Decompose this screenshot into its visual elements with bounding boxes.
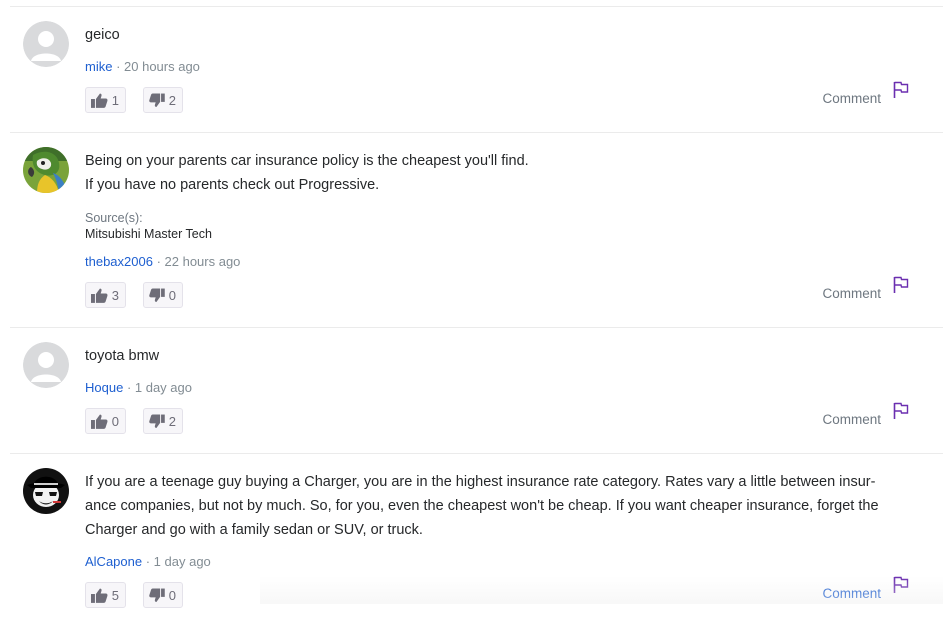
answer-text: Being on your parents car insurance poli… [85, 149, 923, 197]
report-flag-button[interactable] [893, 81, 909, 104]
downvote-count: 0 [169, 288, 176, 303]
report-flag-button[interactable] [893, 576, 909, 599]
timestamp: · 22 hours ago [157, 254, 241, 269]
answer-meta: Hoque · 1 day ago [85, 378, 923, 398]
gangster-avatar-icon [23, 468, 69, 514]
downvote-count: 2 [169, 414, 176, 429]
upvote-count: 1 [112, 93, 119, 108]
flag-icon [893, 276, 909, 294]
answer-text: toyota bmw [85, 344, 923, 368]
author-link[interactable]: AlCapone [85, 554, 142, 569]
answer-meta: AlCapone · 1 day ago [85, 552, 923, 572]
source-text: Mitsubishi Master Tech [85, 226, 923, 242]
upvote-button[interactable]: 1 [85, 87, 126, 113]
default-avatar-icon [23, 21, 69, 67]
comment-link[interactable]: Comment [822, 586, 881, 601]
answers-list: geico mike · 20 hours ago 1 [0, 7, 943, 627]
report-flag-button[interactable] [893, 276, 909, 299]
answer-text: If you are a teenage guy buying a Charge… [85, 470, 923, 542]
upvote-count: 5 [112, 588, 119, 603]
thumbs-down-icon [149, 93, 165, 108]
answer-item: geico mike · 20 hours ago 1 [10, 7, 943, 133]
avatar[interactable] [23, 342, 69, 388]
answer-meta: thebax2006 · 22 hours ago [85, 252, 923, 272]
upvote-count: 3 [112, 288, 119, 303]
thumbs-up-icon [91, 288, 108, 303]
default-avatar-icon [23, 342, 69, 388]
upvote-button[interactable]: 0 [85, 408, 126, 434]
answer-actions: 3 0 Comment [85, 282, 923, 308]
answer-item: toyota bmw Hoque · 1 day ago 0 [10, 328, 943, 454]
downvote-button[interactable]: 2 [143, 408, 183, 434]
downvote-button[interactable]: 2 [143, 87, 183, 113]
flag-icon [893, 81, 909, 99]
source-label: Source(s): [85, 210, 923, 226]
comment-link[interactable]: Comment [822, 91, 881, 106]
avatar[interactable] [23, 21, 69, 67]
upvote-count: 0 [112, 414, 119, 429]
answer-actions: 5 0 Comment [85, 582, 923, 608]
thumbs-down-icon [149, 288, 165, 303]
answer-actions: 0 2 Comment [85, 408, 923, 434]
comment-link[interactable]: Comment [822, 412, 881, 427]
thumbs-up-icon [91, 588, 108, 603]
flag-icon [893, 402, 909, 420]
thumbs-up-icon [91, 93, 108, 108]
downvote-button[interactable]: 0 [143, 282, 183, 308]
timestamp: · 1 day ago [146, 554, 211, 569]
avatar[interactable] [23, 468, 69, 514]
answer-item: Being on your parents car insurance poli… [10, 133, 943, 328]
parrot-avatar-icon [23, 147, 69, 193]
author-link[interactable]: Hoque [85, 380, 123, 395]
thumbs-down-icon [149, 588, 165, 603]
thumbs-up-icon [91, 414, 108, 429]
answer-meta: mike · 20 hours ago [85, 57, 923, 77]
report-flag-button[interactable] [893, 402, 909, 425]
answer-actions: 1 2 Comment [85, 87, 923, 113]
upvote-button[interactable]: 5 [85, 582, 126, 608]
downvote-count: 0 [169, 588, 176, 603]
author-link[interactable]: mike [85, 59, 112, 74]
comment-link[interactable]: Comment [822, 286, 881, 301]
downvote-button[interactable]: 0 [143, 582, 183, 608]
avatar[interactable] [23, 147, 69, 193]
timestamp: · 1 day ago [127, 380, 192, 395]
author-link[interactable]: thebax2006 [85, 254, 153, 269]
answer-item: If you are a teenage guy buying a Charge… [10, 454, 943, 608]
thumbs-down-icon [149, 414, 165, 429]
answer-text: geico [85, 23, 923, 47]
upvote-button[interactable]: 3 [85, 282, 126, 308]
timestamp: · 20 hours ago [116, 59, 200, 74]
flag-icon [893, 576, 909, 594]
downvote-count: 2 [169, 93, 176, 108]
